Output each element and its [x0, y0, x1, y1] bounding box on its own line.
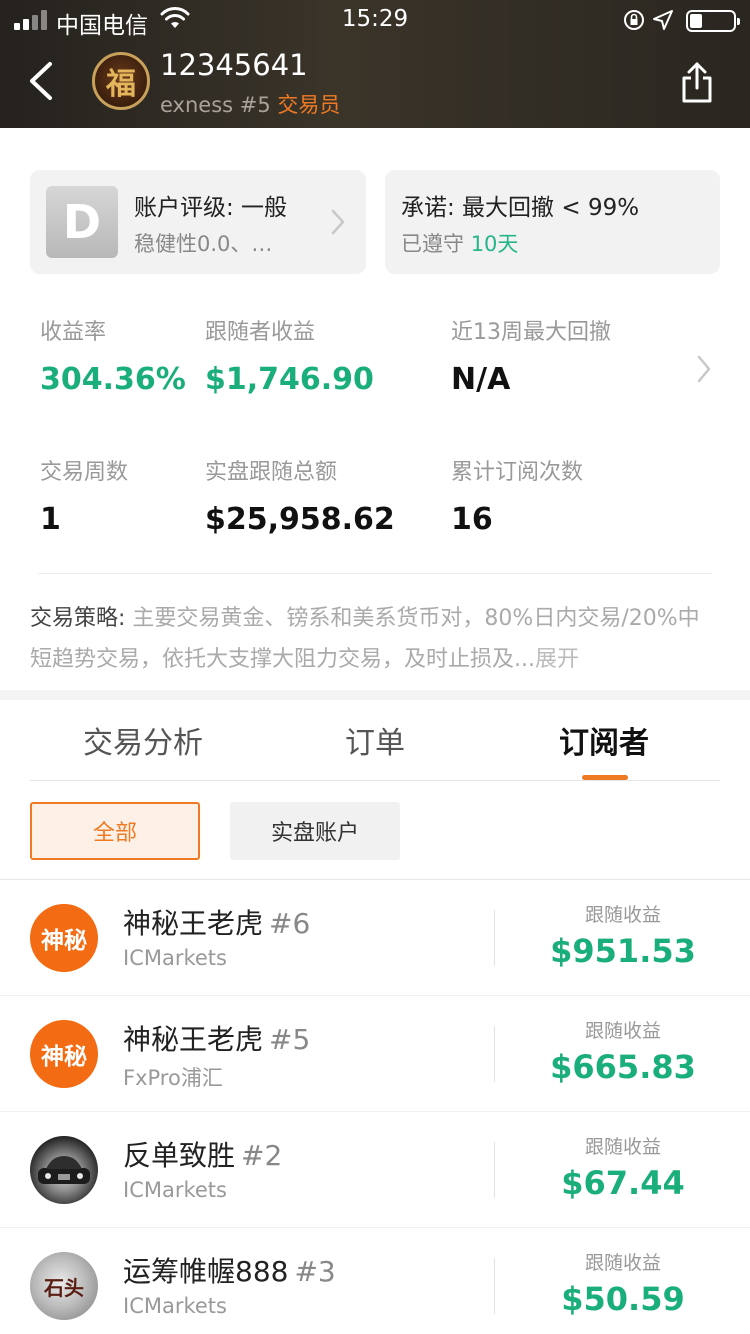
- trading-weeks-label: 交易周数: [40, 460, 129, 485]
- subscriber-name: 神秘王老虎 #5: [123, 1023, 311, 1056]
- subscriber-broker: ICMarkets: [123, 1294, 227, 1318]
- rating-subtitle: 稳健性0.0、…: [134, 232, 273, 256]
- filter-all-button[interactable]: 全部: [30, 802, 200, 860]
- max-drawdown-value: N/A: [451, 362, 511, 397]
- tab-subscribers[interactable]: 订阅者: [559, 718, 649, 762]
- list-item[interactable]: 神秘 神秘王老虎 #5 FxPro浦汇 跟随收益 $665.83: [0, 996, 750, 1112]
- list-item[interactable]: 反单致胜 #2 ICMarkets 跟随收益 $67.44: [0, 1112, 750, 1228]
- subscriber-broker: ICMarkets: [123, 1178, 227, 1202]
- return-rate-value: 304.36%: [40, 362, 186, 397]
- location-icon: [653, 10, 673, 30]
- earnings-value: $951.53: [550, 932, 696, 970]
- subscription-count-label: 累计订阅次数: [451, 460, 584, 485]
- tab-trade-analysis[interactable]: 交易分析: [83, 718, 203, 762]
- earnings-value: $50.59: [561, 1280, 685, 1318]
- divider: [494, 1142, 495, 1198]
- earnings-label: 跟随收益: [584, 904, 661, 926]
- kept-days: 10天: [470, 232, 519, 256]
- chevron-right-icon: [331, 209, 345, 235]
- avatar: 神秘: [30, 904, 98, 972]
- earnings-value: $665.83: [550, 1048, 696, 1086]
- avatar: 神秘: [30, 1020, 98, 1088]
- subscriber-rank: #5: [269, 1023, 311, 1056]
- rating-title: 账户评级: 一般: [134, 195, 288, 221]
- return-rate-label: 收益率: [40, 320, 107, 345]
- subscriber-name: 反单致胜 #2: [123, 1139, 283, 1172]
- strategy-text: 交易策略: 主要交易黄金、镑系和美系货币对，80%日内交易/20%中短趋势交易，…: [30, 598, 720, 680]
- promise-kept: 已遵守 10天: [401, 232, 519, 256]
- promise-title: 承诺: 最大回撤 < 99%: [401, 195, 640, 221]
- account-rating-card[interactable]: D 账户评级: 一般 稳健性0.0、…: [30, 170, 366, 274]
- tab-orders[interactable]: 订单: [345, 718, 405, 762]
- strategy-body: 主要交易黄金、镑系和美系货币对，80%日内交易/20%中短趋势交易，依托大支撑大…: [30, 606, 700, 672]
- car-photo-icon: [38, 1156, 90, 1184]
- earnings-label: 跟随收益: [584, 1020, 661, 1042]
- back-arrow-icon[interactable]: [22, 58, 62, 104]
- promise-card[interactable]: 承诺: 最大回撤 < 99% 已遵守 10天: [385, 170, 720, 274]
- divider: [38, 573, 712, 574]
- top-header: 中国电信 15:29 福 12345641 exness #5 交易员: [0, 0, 750, 128]
- subscriber-rank: #6: [269, 907, 311, 940]
- role-label: 交易员: [277, 93, 341, 117]
- earnings-label: 跟随收益: [584, 1136, 661, 1158]
- account-subtitle: exness #5 交易员: [160, 89, 340, 119]
- list-item[interactable]: 神秘 神秘王老虎 #6 ICMarkets 跟随收益 $951.53: [0, 880, 750, 996]
- avatar: [30, 1136, 98, 1204]
- subscriber-name: 神秘王老虎 #6: [123, 907, 311, 940]
- section-gap: [0, 690, 750, 700]
- subscriber-rank: #2: [241, 1139, 283, 1172]
- trader-avatar[interactable]: 福: [92, 52, 150, 110]
- max-drawdown-label: 近13周最大回撤: [451, 320, 611, 345]
- status-bar: 中国电信 15:29: [0, 0, 750, 40]
- subscriber-rank: #3: [294, 1255, 336, 1288]
- real-follow-total-value: $25,958.62: [205, 502, 395, 537]
- real-follow-total-label: 实盘跟随总额: [205, 460, 338, 485]
- chevron-right-icon[interactable]: [696, 354, 712, 384]
- list-item[interactable]: 石头 运筹帷幄888 #3 ICMarkets 跟随收益 $50.59: [0, 1228, 750, 1334]
- expand-link[interactable]: 展开: [535, 647, 579, 672]
- tab-divider: [30, 780, 720, 781]
- broker-rank: exness #5: [160, 93, 271, 117]
- subscriber-broker: FxPro浦汇: [123, 1066, 223, 1090]
- rotation-lock-icon: [624, 10, 644, 30]
- divider: [494, 910, 495, 966]
- strategy-label: 交易策略:: [30, 606, 126, 631]
- earnings-value: $67.44: [561, 1164, 685, 1202]
- grade-badge: D: [46, 186, 118, 258]
- filter-real-account-button[interactable]: 实盘账户: [230, 802, 400, 860]
- trading-weeks-value: 1: [40, 502, 61, 537]
- subscription-count-value: 16: [451, 502, 493, 537]
- battery-icon: [686, 10, 740, 32]
- follower-profit-value: $1,746.90: [205, 362, 374, 397]
- avatar: 石头: [30, 1252, 98, 1320]
- earnings-label: 跟随收益: [584, 1252, 661, 1274]
- subscriber-broker: ICMarkets: [123, 946, 227, 970]
- divider: [494, 1026, 495, 1082]
- divider: [494, 1258, 495, 1314]
- follower-profit-label: 跟随者收益: [205, 320, 316, 345]
- account-id: 12345641: [160, 48, 308, 82]
- subscriber-name: 运筹帷幄888 #3: [123, 1255, 336, 1288]
- share-icon[interactable]: [680, 60, 714, 104]
